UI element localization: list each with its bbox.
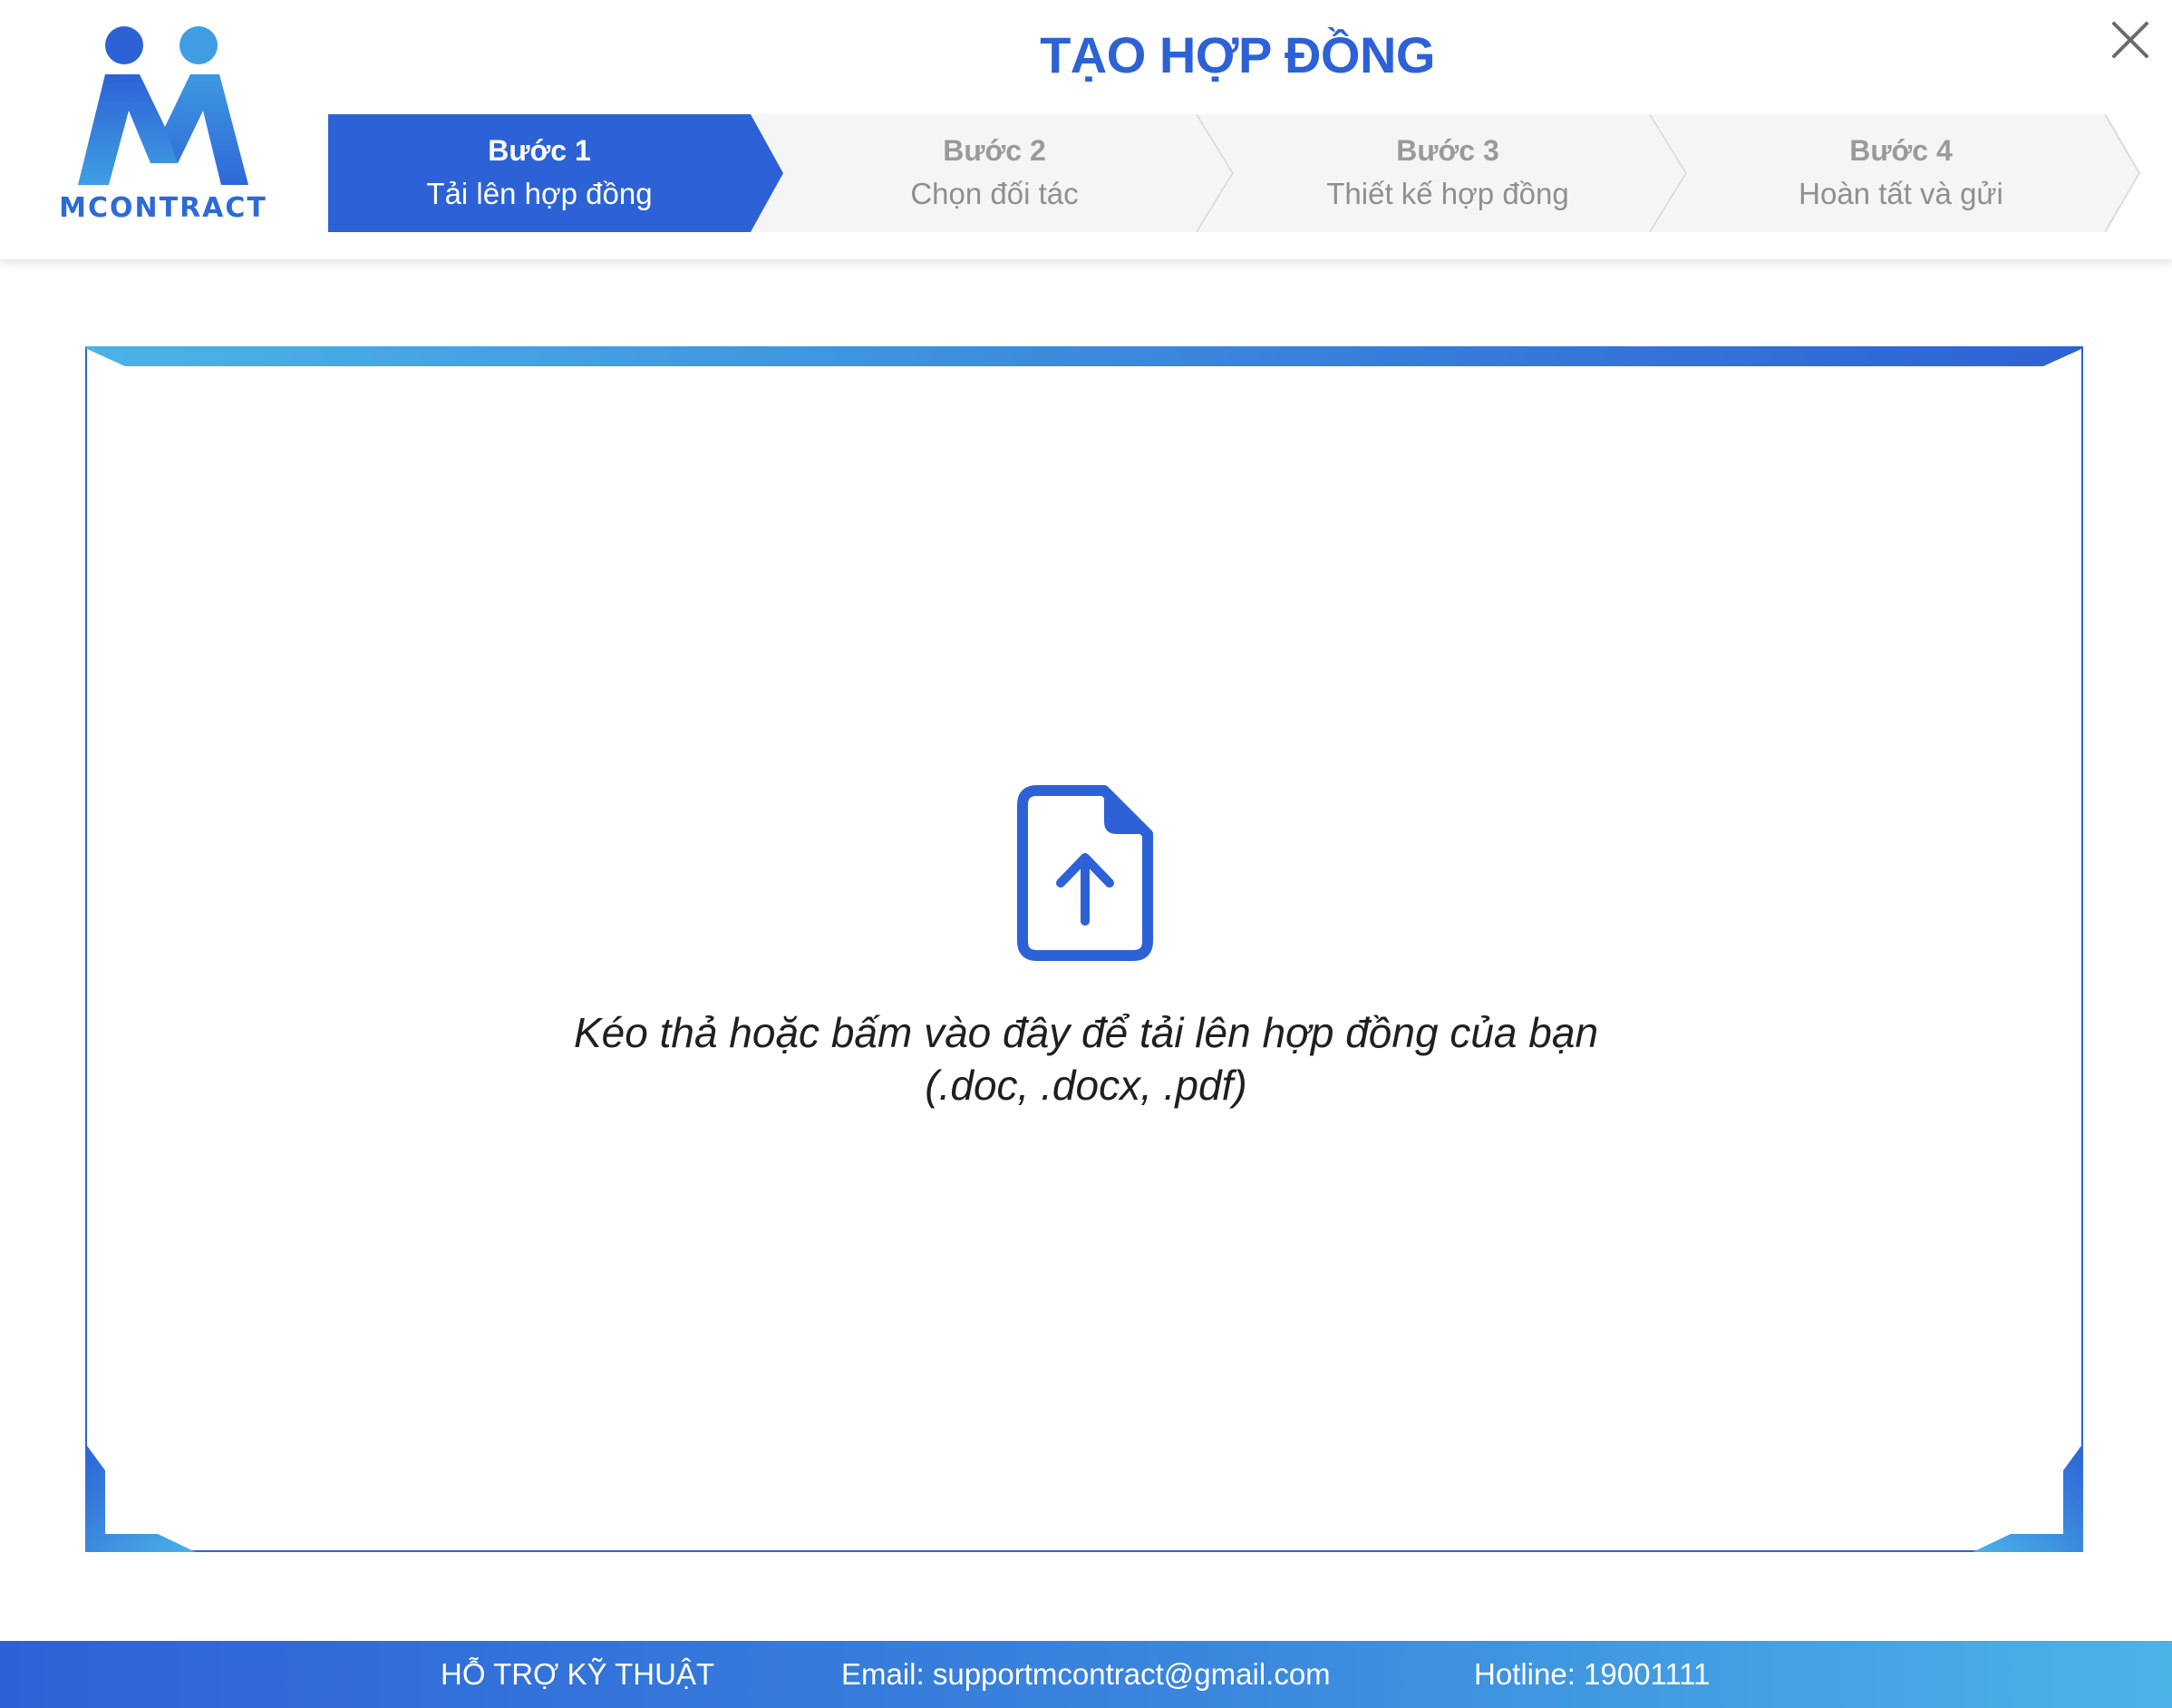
step-label: Hoàn tất và gửi — [1799, 177, 2003, 210]
support-hotline[interactable]: Hotline: 19001111 — [1474, 1657, 1711, 1692]
logo-text: MCONTRACT — [59, 192, 267, 224]
upload-formats-text: (.doc, .docx, .pdf) — [925, 1062, 1247, 1109]
step-4[interactable]: Bước 4 Hoàn tất và gửi — [1674, 114, 2128, 232]
close-button[interactable] — [2105, 15, 2156, 65]
close-icon — [2112, 22, 2148, 58]
upload-instruction: Kéo thả hoặc bấm vào đây để tải lên hợp … — [363, 1006, 1809, 1111]
step-1[interactable]: Bước 1 Tải lên hợp đồng — [328, 114, 751, 232]
support-email[interactable]: Email: supportmcontract@gmail.com — [841, 1657, 1331, 1692]
upload-instruction-text: Kéo thả hoặc bấm vào đây để tải lên hợp … — [573, 1009, 1599, 1056]
step-number: Bước 3 — [1396, 134, 1499, 167]
file-upload-icon[interactable] — [1017, 785, 1153, 961]
support-label: HỖ TRỢ KỸ THUẬT — [441, 1657, 715, 1691]
step-number: Bước 1 — [488, 134, 591, 167]
step-label: Chọn đối tác — [910, 177, 1079, 210]
step-label: Thiết kế hợp đồng — [1326, 177, 1569, 210]
create-contract-page: MCONTRACT TẠO HỢP ĐỒNG Bước 1 Tải lên hợ — [0, 0, 2172, 1708]
step-number: Bước 4 — [1849, 134, 1953, 167]
mcontract-logo: MCONTRACT — [49, 20, 285, 228]
step-number: Bước 2 — [943, 134, 1046, 167]
header: MCONTRACT TẠO HỢP ĐỒNG Bước 1 Tải lên hợ — [0, 0, 2172, 259]
stepper: Bước 1 Tải lên hợp đồng Bước 2 Chọn đối … — [328, 114, 2141, 232]
step-3[interactable]: Bước 3 Thiết kế hợp đồng — [1221, 114, 1674, 232]
step-2[interactable]: Bước 2 Chọn đối tác — [768, 114, 1221, 232]
step-label: Tải lên hợp đồng — [426, 177, 653, 210]
footer: HỖ TRỢ KỸ THUẬT Email: supportmcontract@… — [0, 1641, 2172, 1708]
page-title: TẠO HỢP ĐỒNG — [1040, 26, 1435, 83]
